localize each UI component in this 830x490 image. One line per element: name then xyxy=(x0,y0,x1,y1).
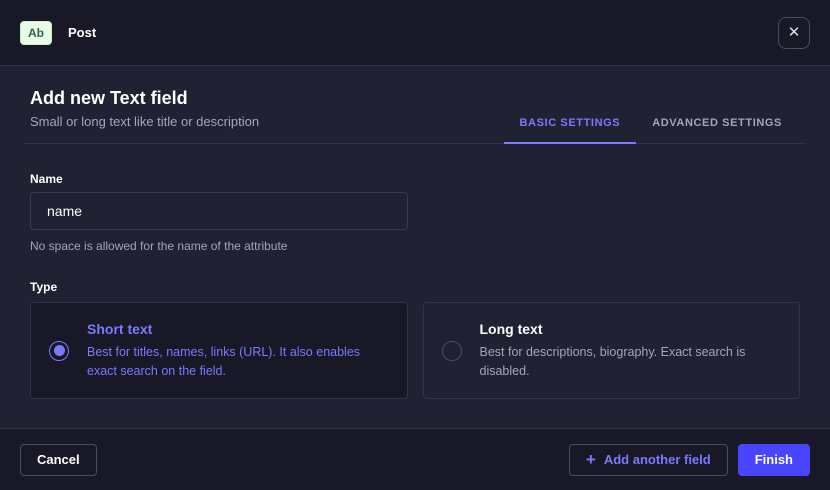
radio-unselected-icon xyxy=(442,341,462,361)
finish-button[interactable]: Finish xyxy=(738,444,810,476)
dialog-subtitle: Small or long text like title or descrip… xyxy=(30,114,259,129)
close-icon: ✕ xyxy=(788,25,801,40)
type-field-label: Type xyxy=(30,280,800,294)
name-field-label: Name xyxy=(30,172,800,186)
add-another-field-button[interactable]: + Add another field xyxy=(569,444,728,476)
name-input[interactable] xyxy=(30,192,408,230)
name-field-group: Name No space is allowed for the name of… xyxy=(30,172,800,253)
cancel-button[interactable]: Cancel xyxy=(20,444,97,476)
intro-row: Add new Text field Small or long text li… xyxy=(24,66,806,144)
add-another-field-label: Add another field xyxy=(604,452,711,467)
type-option-title: Short text xyxy=(87,321,389,337)
intro-text: Add new Text field Small or long text li… xyxy=(24,88,259,143)
name-help-text: No space is allowed for the name of the … xyxy=(30,239,800,253)
dialog-title: Add new Text field xyxy=(30,88,259,109)
type-field-group: Type Short text Best for titles, names, … xyxy=(30,280,800,399)
add-field-modal: Ab Post ✕ Add new Text field Small or lo… xyxy=(0,0,830,490)
settings-tabs: BASIC SETTINGS ADVANCED SETTINGS xyxy=(504,103,798,143)
type-option-text: Short text Best for titles, names, links… xyxy=(87,321,389,379)
modal-body: Add new Text field Small or long text li… xyxy=(0,66,830,428)
type-option-title: Long text xyxy=(480,321,782,337)
type-options: Short text Best for titles, names, links… xyxy=(30,302,800,399)
tab-basic-settings[interactable]: BASIC SETTINGS xyxy=(504,103,637,143)
type-option-text: Long text Best for descriptions, biograp… xyxy=(480,321,782,379)
type-option-short-text[interactable]: Short text Best for titles, names, links… xyxy=(30,302,408,399)
content-type-title: Post xyxy=(68,25,96,40)
modal-footer: Cancel + Add another field Finish xyxy=(0,428,830,490)
text-field-type-badge: Ab xyxy=(20,21,52,45)
tab-advanced-settings[interactable]: ADVANCED SETTINGS xyxy=(636,103,798,143)
close-button[interactable]: ✕ xyxy=(778,17,810,49)
type-option-description: Best for descriptions, biography. Exact … xyxy=(480,343,782,379)
modal-header: Ab Post ✕ xyxy=(0,0,830,66)
radio-selected-icon xyxy=(49,341,69,361)
form-area: Name No space is allowed for the name of… xyxy=(0,144,830,399)
plus-icon: + xyxy=(586,451,596,468)
footer-actions: + Add another field Finish xyxy=(569,444,810,476)
type-option-long-text[interactable]: Long text Best for descriptions, biograp… xyxy=(423,302,801,399)
type-option-description: Best for titles, names, links (URL). It … xyxy=(87,343,389,379)
